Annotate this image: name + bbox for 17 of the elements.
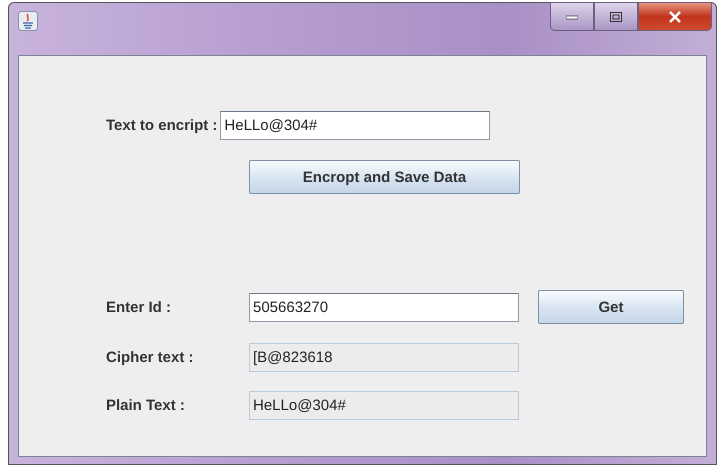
encrypt-button[interactable]: Encropt and Save Data <box>249 160 520 194</box>
field-label: Plain Text : <box>106 397 186 414</box>
minimize-icon <box>566 14 578 20</box>
text-field[interactable]: HeLLo@304# <box>249 391 519 420</box>
field-label: Cipher text : <box>106 349 195 366</box>
minimize-button[interactable] <box>550 2 594 31</box>
field-label: Text to encript : <box>106 117 218 134</box>
text-field[interactable]: [B@823618 <box>249 343 519 372</box>
maximize-icon <box>610 12 622 22</box>
close-icon <box>668 10 682 22</box>
field-label: Enter Id : <box>106 298 172 316</box>
close-button[interactable] <box>638 2 712 31</box>
text-field[interactable]: HeLLo@304# <box>220 111 490 140</box>
get-button[interactable]: Get <box>538 290 684 324</box>
maximize-button[interactable] <box>594 2 638 31</box>
app-icon <box>18 11 38 31</box>
text-field[interactable]: 505663270 <box>249 292 519 322</box>
